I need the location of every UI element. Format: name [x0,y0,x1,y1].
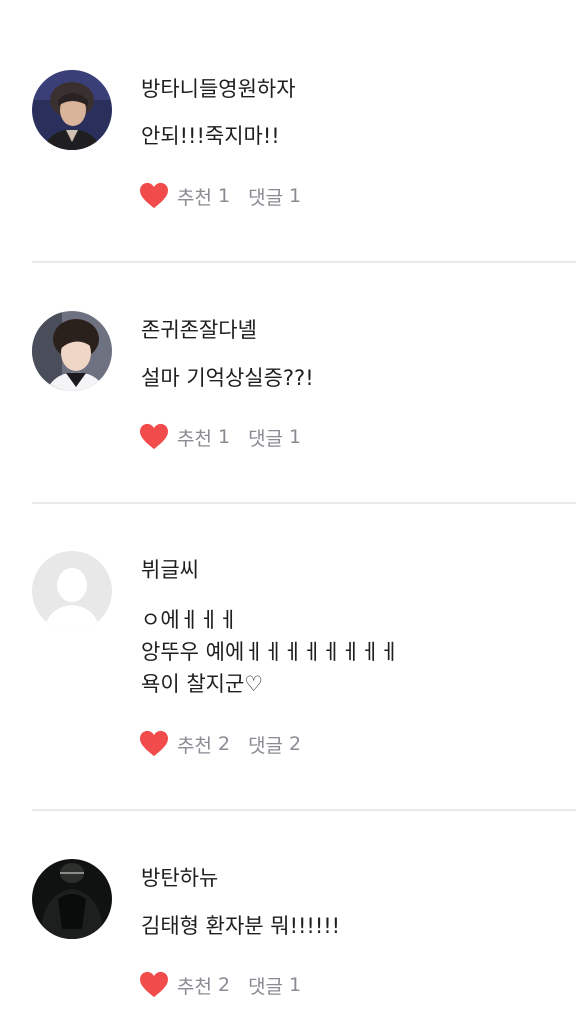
comment-author[interactable]: 방탄하뉴 [141,865,218,891]
like-count: 2 [217,974,231,996]
avatar[interactable] [32,859,112,939]
reply-label[interactable]: 댓글 [248,972,283,999]
avatar-photo [32,859,112,939]
like-count: 1 [217,185,231,207]
divider [32,502,576,504]
heart-icon[interactable] [139,423,169,451]
comment-actions: 추천 2 댓글 2 [139,729,301,759]
comment-text-line: 안되!!!죽지마!! [141,124,280,148]
comment-actions: 추천 1 댓글 1 [139,181,301,211]
heart-icon[interactable] [139,971,169,999]
avatar-photo [32,311,112,391]
divider [32,809,576,811]
comment-actions: 추천 2 댓글 1 [139,970,301,1000]
reply-count: 1 [289,426,302,448]
comment-text: 안되!!!죽지마!! [141,120,280,152]
reply-label[interactable]: 댓글 [248,183,283,210]
reply-count: 1 [289,974,302,996]
comment-text-line: 김태형 환자분 뭐!!!!!! [141,914,341,938]
like-label[interactable]: 추천 [177,183,212,210]
avatar[interactable] [32,551,112,631]
reply-count: 1 [289,185,302,207]
reply-label[interactable]: 댓글 [248,424,283,451]
comment-text-line: 욕이 찰지군♡ [141,672,264,696]
reply-label[interactable]: 댓글 [248,731,283,758]
comment-text-line: 앙뚜우 예에ㅔㅔㅔㅔㅔㅔㅔㅔ [141,640,399,664]
like-count: 2 [217,733,231,755]
avatar-photo [32,70,112,150]
comment-text-line: 설마 기억상실증??! [141,366,314,390]
avatar[interactable] [32,311,112,391]
comment-text-line: ㅇ에ㅔㅔㅔ [141,608,238,632]
like-label[interactable]: 추천 [177,972,212,999]
comment-feed: 방타니들영원하자 안되!!!죽지마!! 추천 1 댓글 1 존귀존잘다녤 설마 … [0,0,576,1024]
comment-text: 김태형 환자분 뭐!!!!!! [141,910,340,942]
like-label[interactable]: 추천 [177,731,212,758]
comment-author[interactable]: 존귀존잘다녤 [141,317,257,343]
divider [32,261,576,263]
like-label[interactable]: 추천 [177,424,212,451]
reply-count: 2 [289,733,302,755]
default-avatar-icon [32,551,112,631]
comment-text: 설마 기억상실증??! [141,362,314,394]
comment-author[interactable]: 뷔글씨 [141,557,199,583]
heart-icon[interactable] [139,730,169,758]
comment-text: ㅇ에ㅔㅔㅔ 앙뚜우 예에ㅔㅔㅔㅔㅔㅔㅔㅔ 욕이 찰지군♡ [141,604,399,700]
comment-author[interactable]: 방타니들영원하자 [141,76,296,102]
comment-actions: 추천 1 댓글 1 [139,422,301,452]
avatar[interactable] [32,70,112,150]
heart-icon[interactable] [139,182,169,210]
like-count: 1 [217,426,231,448]
